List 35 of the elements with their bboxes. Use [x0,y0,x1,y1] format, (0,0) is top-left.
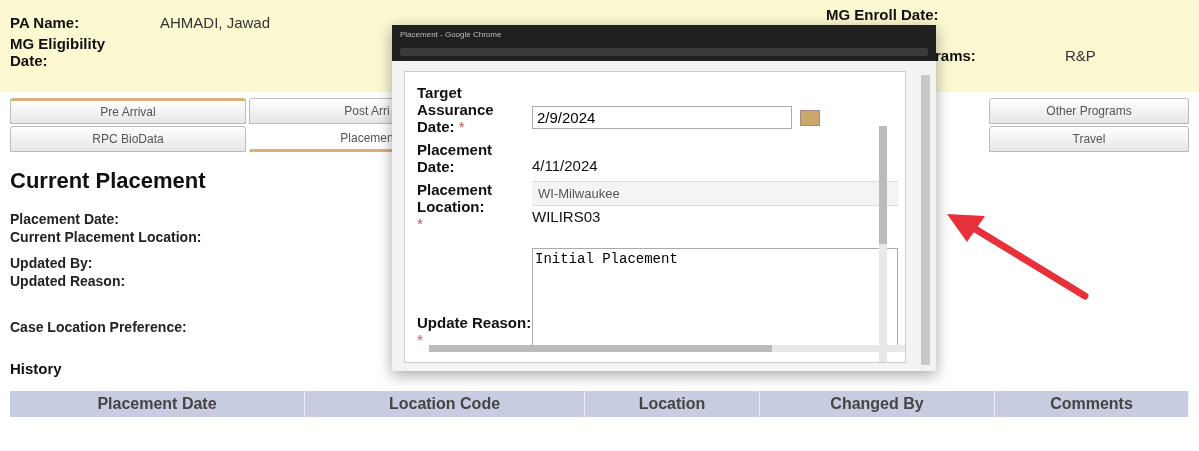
address-bar[interactable] [400,48,928,56]
column-header: Changed By [760,391,995,417]
field-label: MG Enroll Date: [826,6,939,23]
field-label: Placement Date: [10,210,119,228]
field-label: Update Reason: * [417,314,532,348]
column-header: Location Code [305,391,585,417]
tab[interactable]: RPC BioData [10,126,246,152]
section-title: Current Placement [10,168,206,194]
scrollbar[interactable] [921,75,930,365]
tab[interactable]: Pre Arrival [10,98,246,124]
history-title: History [10,360,62,377]
field-value: 4/11/2024 [532,156,599,175]
column-header: Placement Date [10,391,305,417]
window-title: Placement - Google Chrome [400,29,502,39]
field-label: Case Location Preference: [10,318,187,336]
calendar-icon[interactable] [800,109,820,126]
column-header: Location [585,391,760,417]
tab[interactable]: Other Programs [989,98,1189,124]
location-field[interactable]: WI-Milwaukee [532,181,898,206]
field-label: MG Eligibility Date: [10,35,106,69]
field-value: WILIRS03 [532,207,602,227]
field-label: Current Placement Location: [10,228,202,246]
column-header: Comments [995,391,1189,417]
date-field[interactable]: 2/9/2024 [532,106,792,129]
field-value: AHMADI, Jawad [160,14,271,31]
field-label: rams: [935,47,977,64]
field-value: R&P [1065,47,1096,64]
scrollbar[interactable] [879,126,887,362]
scrollbar[interactable] [429,345,905,352]
field-label: Updated By: [10,254,93,272]
field-label: PA Name: [10,14,81,31]
reason-field[interactable]: Initial Placement [532,248,898,348]
tab[interactable]: Travel [989,126,1189,152]
field-label: Updated Reason: [10,272,126,290]
field-label: Placement Location: * [417,181,494,232]
